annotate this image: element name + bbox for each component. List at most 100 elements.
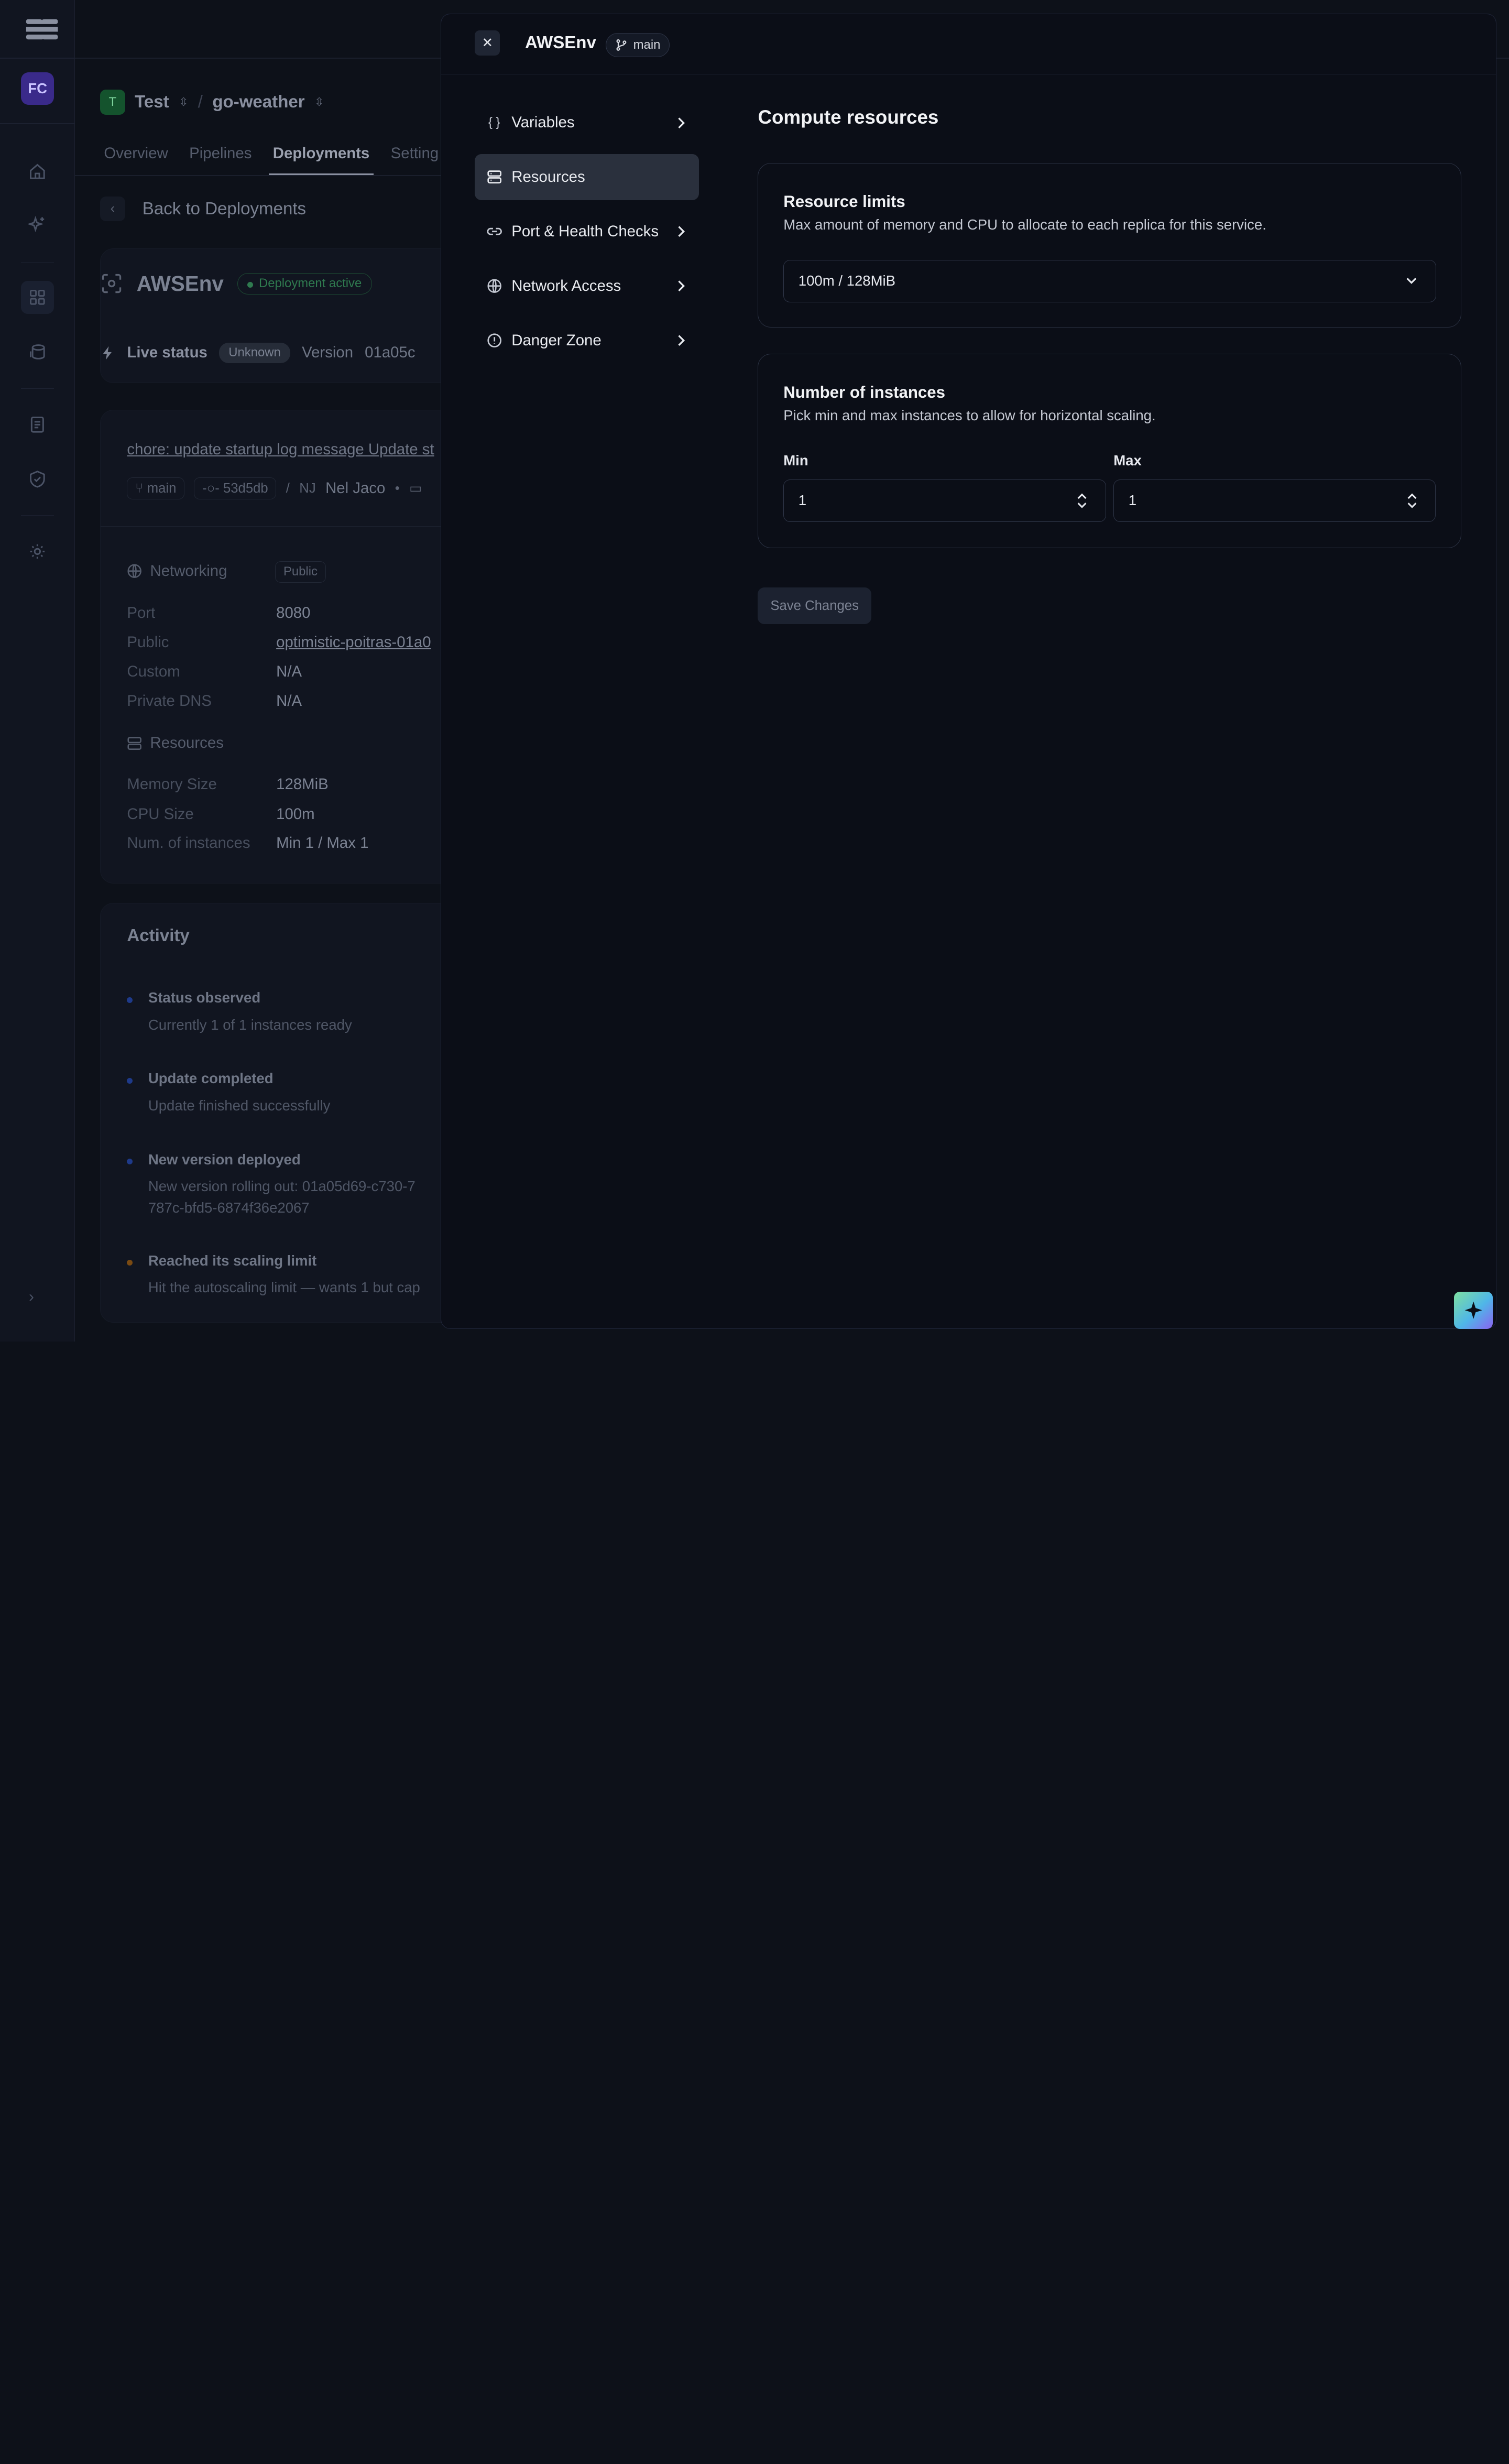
expand-sidebar-icon[interactable]: › [29,1288,34,1306]
server-icon [127,737,142,750]
tab-deployments[interactable]: Deployments [269,145,374,175]
networking-badge: Public [275,561,326,583]
tab-pipelines[interactable]: Pipelines [189,145,252,162]
tab-settings[interactable]: Setting [391,145,439,162]
database-icon[interactable] [27,342,48,363]
live-status-badge: Unknown [218,342,291,363]
version-label: Version [302,344,354,362]
activity-item-desc: New version rolling out: 01a05d69-c730-7 [148,1178,415,1195]
deployment-header: AWSEnv Deployment active [100,271,372,296]
public-url-link[interactable]: optimistic-poitras-01a0 [276,634,431,651]
menu-item-label: Danger Zone [511,331,602,349]
back-to-deployments-link[interactable]: ‹ Back to Deployments [100,196,307,222]
save-changes-button[interactable]: Save Changes [758,587,871,625]
card-divider [101,526,465,527]
resources-label: Resources [150,734,224,752]
tabs-divider [75,175,460,177]
app-logo-icon[interactable] [25,17,59,41]
min-instances-value: 1 [798,492,807,509]
live-status-label: Live status [127,344,207,362]
instances-title: Number of instances [783,383,946,402]
background-page: T Test ⇳ / go-weather ⇳ Overview Pipelin… [75,0,466,1342]
chevron-down-icon [1406,277,1417,284]
chevron-left-icon: ‹ [100,196,125,222]
home-icon[interactable] [27,161,48,182]
project-name[interactable]: go-weather [212,92,304,112]
meta-separator: / [286,481,290,496]
tab-overview[interactable]: Overview [104,145,168,162]
live-status-row: Live status Unknown Version 01a05c [100,342,415,363]
min-label: Min [783,452,808,469]
min-instances-input[interactable]: 1 [783,479,1106,522]
menu-item-port-health-checks[interactable]: Port & Health Checks [475,209,699,255]
globe-icon [127,564,142,578]
author-name: Nel Jaco [325,479,386,497]
activity-item-title: Update completed [148,1070,274,1087]
menu-item-danger-zone[interactable]: Danger Zone [475,318,699,364]
team-switch-icon[interactable]: ⇳ [179,95,188,109]
app-stage: FC › T Test ⇳ / go-weather ⇳ Overview Pi… [0,0,1509,1342]
chevron-right-icon [678,280,685,292]
branch-chip: ⑂ main [127,477,185,499]
menu-item-variables[interactable]: { } Variables [475,100,699,146]
sidebar-divider [21,261,54,263]
git-branch-icon [616,39,627,51]
kv-row: Custom N/A [127,663,302,681]
settings-menu: { } Variables Resources Port & Health Ch… [475,100,699,372]
back-label: Back to Deployments [142,199,307,219]
project-tabs: Overview Pipelines Deployments Setting [104,145,439,175]
max-instances-value: 1 [1128,492,1137,509]
kv-row: Num. of instances Min 1 / Max 1 [127,834,368,852]
menu-item-label: Variables [511,114,575,132]
kv-key: Private DNS [127,692,212,710]
kv-value: N/A [276,663,302,681]
kv-row: Port 8080 [127,604,310,622]
resource-limits-value: 100m / 128MiB [798,272,896,289]
max-instances-input[interactable]: 1 [1113,479,1436,522]
shield-icon[interactable] [27,468,48,489]
sidebar-divider [21,515,54,516]
team-name[interactable]: Test [135,92,169,112]
globe-icon [487,278,502,293]
avatar[interactable]: FC [21,72,54,105]
link-icon [487,224,502,239]
networking-label: Networking [150,562,227,580]
kv-value: N/A [276,692,302,710]
document-icon[interactable] [27,414,48,435]
team-badge: T [100,89,125,115]
kv-key: Public [127,633,169,651]
menu-item-label: Port & Health Checks [511,223,659,241]
bolt-icon [103,346,112,360]
status-badge: Deployment active [237,272,372,295]
drawer-header: ✕ AWSEnv main [441,14,1496,75]
menu-item-network-access[interactable]: Network Access [475,263,699,309]
stepper-icon[interactable] [1076,493,1088,509]
server-icon [487,169,502,184]
resource-limits-select[interactable]: 100m / 128MiB [783,260,1436,302]
drawer-title: AWSEnv [524,33,596,53]
stepper-icon[interactable] [1406,493,1418,509]
menu-item-label: Network Access [511,277,621,295]
project-switch-icon[interactable]: ⇳ [314,95,324,109]
left-sidebar: FC › [0,0,75,1342]
kv-key: Custom [127,663,180,681]
close-button[interactable]: ✕ [475,30,500,56]
menu-item-resources[interactable]: Resources [475,154,699,201]
commit-link[interactable]: chore: update startup log message Update… [127,441,434,459]
kv-value: Min 1 / Max 1 [276,834,369,852]
kv-value: 128MiB [276,776,329,793]
max-label: Max [1113,452,1142,469]
kv-row: CPU Size 100m [127,805,314,823]
kv-row: Private DNS N/A [127,692,302,710]
activity-item-title: New version deployed [148,1151,301,1168]
grid-icon[interactable] [21,281,54,314]
settings-drawer: ✕ AWSEnv main { } Variables Resources Po… [441,13,1497,1329]
branch-badge: main [606,33,670,58]
ai-assistant-button[interactable] [1454,1291,1493,1329]
braces-icon: { } [488,115,500,130]
sparkles-icon[interactable] [27,215,48,236]
breadcrumb: T Test ⇳ / go-weather ⇳ [100,89,324,115]
deployment-name: AWSEnv [136,271,224,296]
gear-icon[interactable] [27,541,48,562]
close-icon: ✕ [482,35,494,50]
